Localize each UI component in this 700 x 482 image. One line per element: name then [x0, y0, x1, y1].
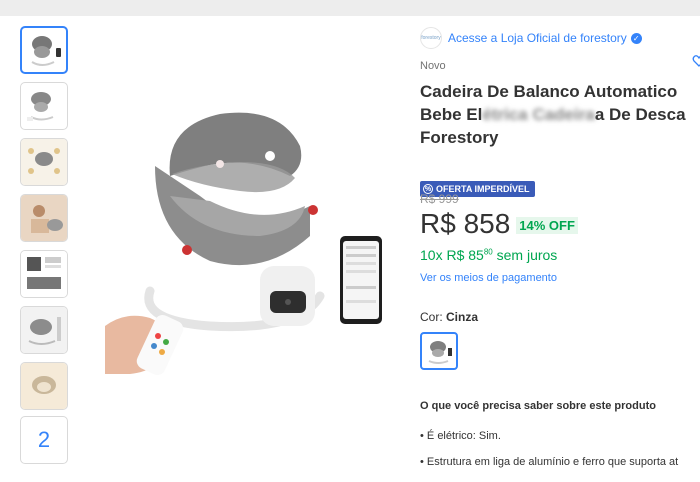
product-title-line-2-start: Bebe El: [420, 105, 483, 124]
product-title: Cadeira De Balanco Automatico Bebe Elétr…: [420, 80, 700, 149]
thumbnail-2[interactable]: [20, 82, 68, 130]
color-value: Cinza: [446, 310, 479, 324]
installments-info: 10x R$ 8580 sem juros: [420, 247, 557, 263]
heart-icon[interactable]: [692, 54, 700, 68]
product-title-line-2: Bebe Elétrica Cadeiraa De Desca: [420, 103, 700, 126]
product-condition: Novo: [420, 60, 446, 72]
main-product-image[interactable]: [100, 86, 390, 386]
features-section-title: O que você precisa saber sobre este prod…: [420, 400, 656, 412]
thumbnail-1[interactable]: [20, 26, 68, 74]
thumbnail-3[interactable]: [20, 138, 68, 186]
original-price: R$ 999: [420, 192, 459, 206]
official-store-link-text[interactable]: Acesse a Loja Oficial de forestory: [448, 31, 627, 45]
current-price: R$ 858: [420, 208, 511, 239]
more-images-number: 2: [37, 427, 51, 452]
browser-top-strip: [0, 0, 700, 16]
product-title-line-3: Forestory: [420, 128, 499, 147]
installments-amount: 10x R$ 85: [420, 247, 484, 263]
features-list: É elétrico: Sim. Estrutura em liga de al…: [420, 430, 678, 482]
thumbnail-7[interactable]: [20, 362, 68, 410]
product-title-line-2-end: a De Desca: [594, 105, 686, 124]
color-option-cinza[interactable]: [420, 332, 458, 370]
product-title-blurred: étrica Cadeira: [482, 105, 595, 124]
color-label: Cor: Cinza: [420, 310, 478, 324]
payment-methods-link[interactable]: Ver os meios de pagamento: [420, 272, 557, 284]
thumbnail-4[interactable]: [20, 194, 68, 242]
discount-badge: 14% OFF: [516, 217, 578, 234]
product-title-line-1: Cadeira De Balanco Automatico: [420, 82, 678, 101]
feature-item: Estrutura em liga de alumínio e ferro qu…: [420, 456, 678, 482]
thumbnail-6[interactable]: [20, 306, 68, 354]
thumbnail-5[interactable]: [20, 250, 68, 298]
price-row: R$ 858 14% OFF: [420, 208, 578, 240]
verified-check-icon: ✓: [630, 32, 642, 44]
installments-cents: 80: [483, 247, 493, 257]
color-label-prefix: Cor:: [420, 310, 443, 324]
official-store-link[interactable]: forestory Acesse a Loja Oficial de fores…: [420, 26, 642, 50]
installments-suffix: sem juros: [492, 247, 558, 263]
more-images-count[interactable]: 2: [20, 416, 68, 464]
store-logo: forestory: [420, 27, 442, 49]
feature-item: É elétrico: Sim.: [420, 430, 678, 456]
